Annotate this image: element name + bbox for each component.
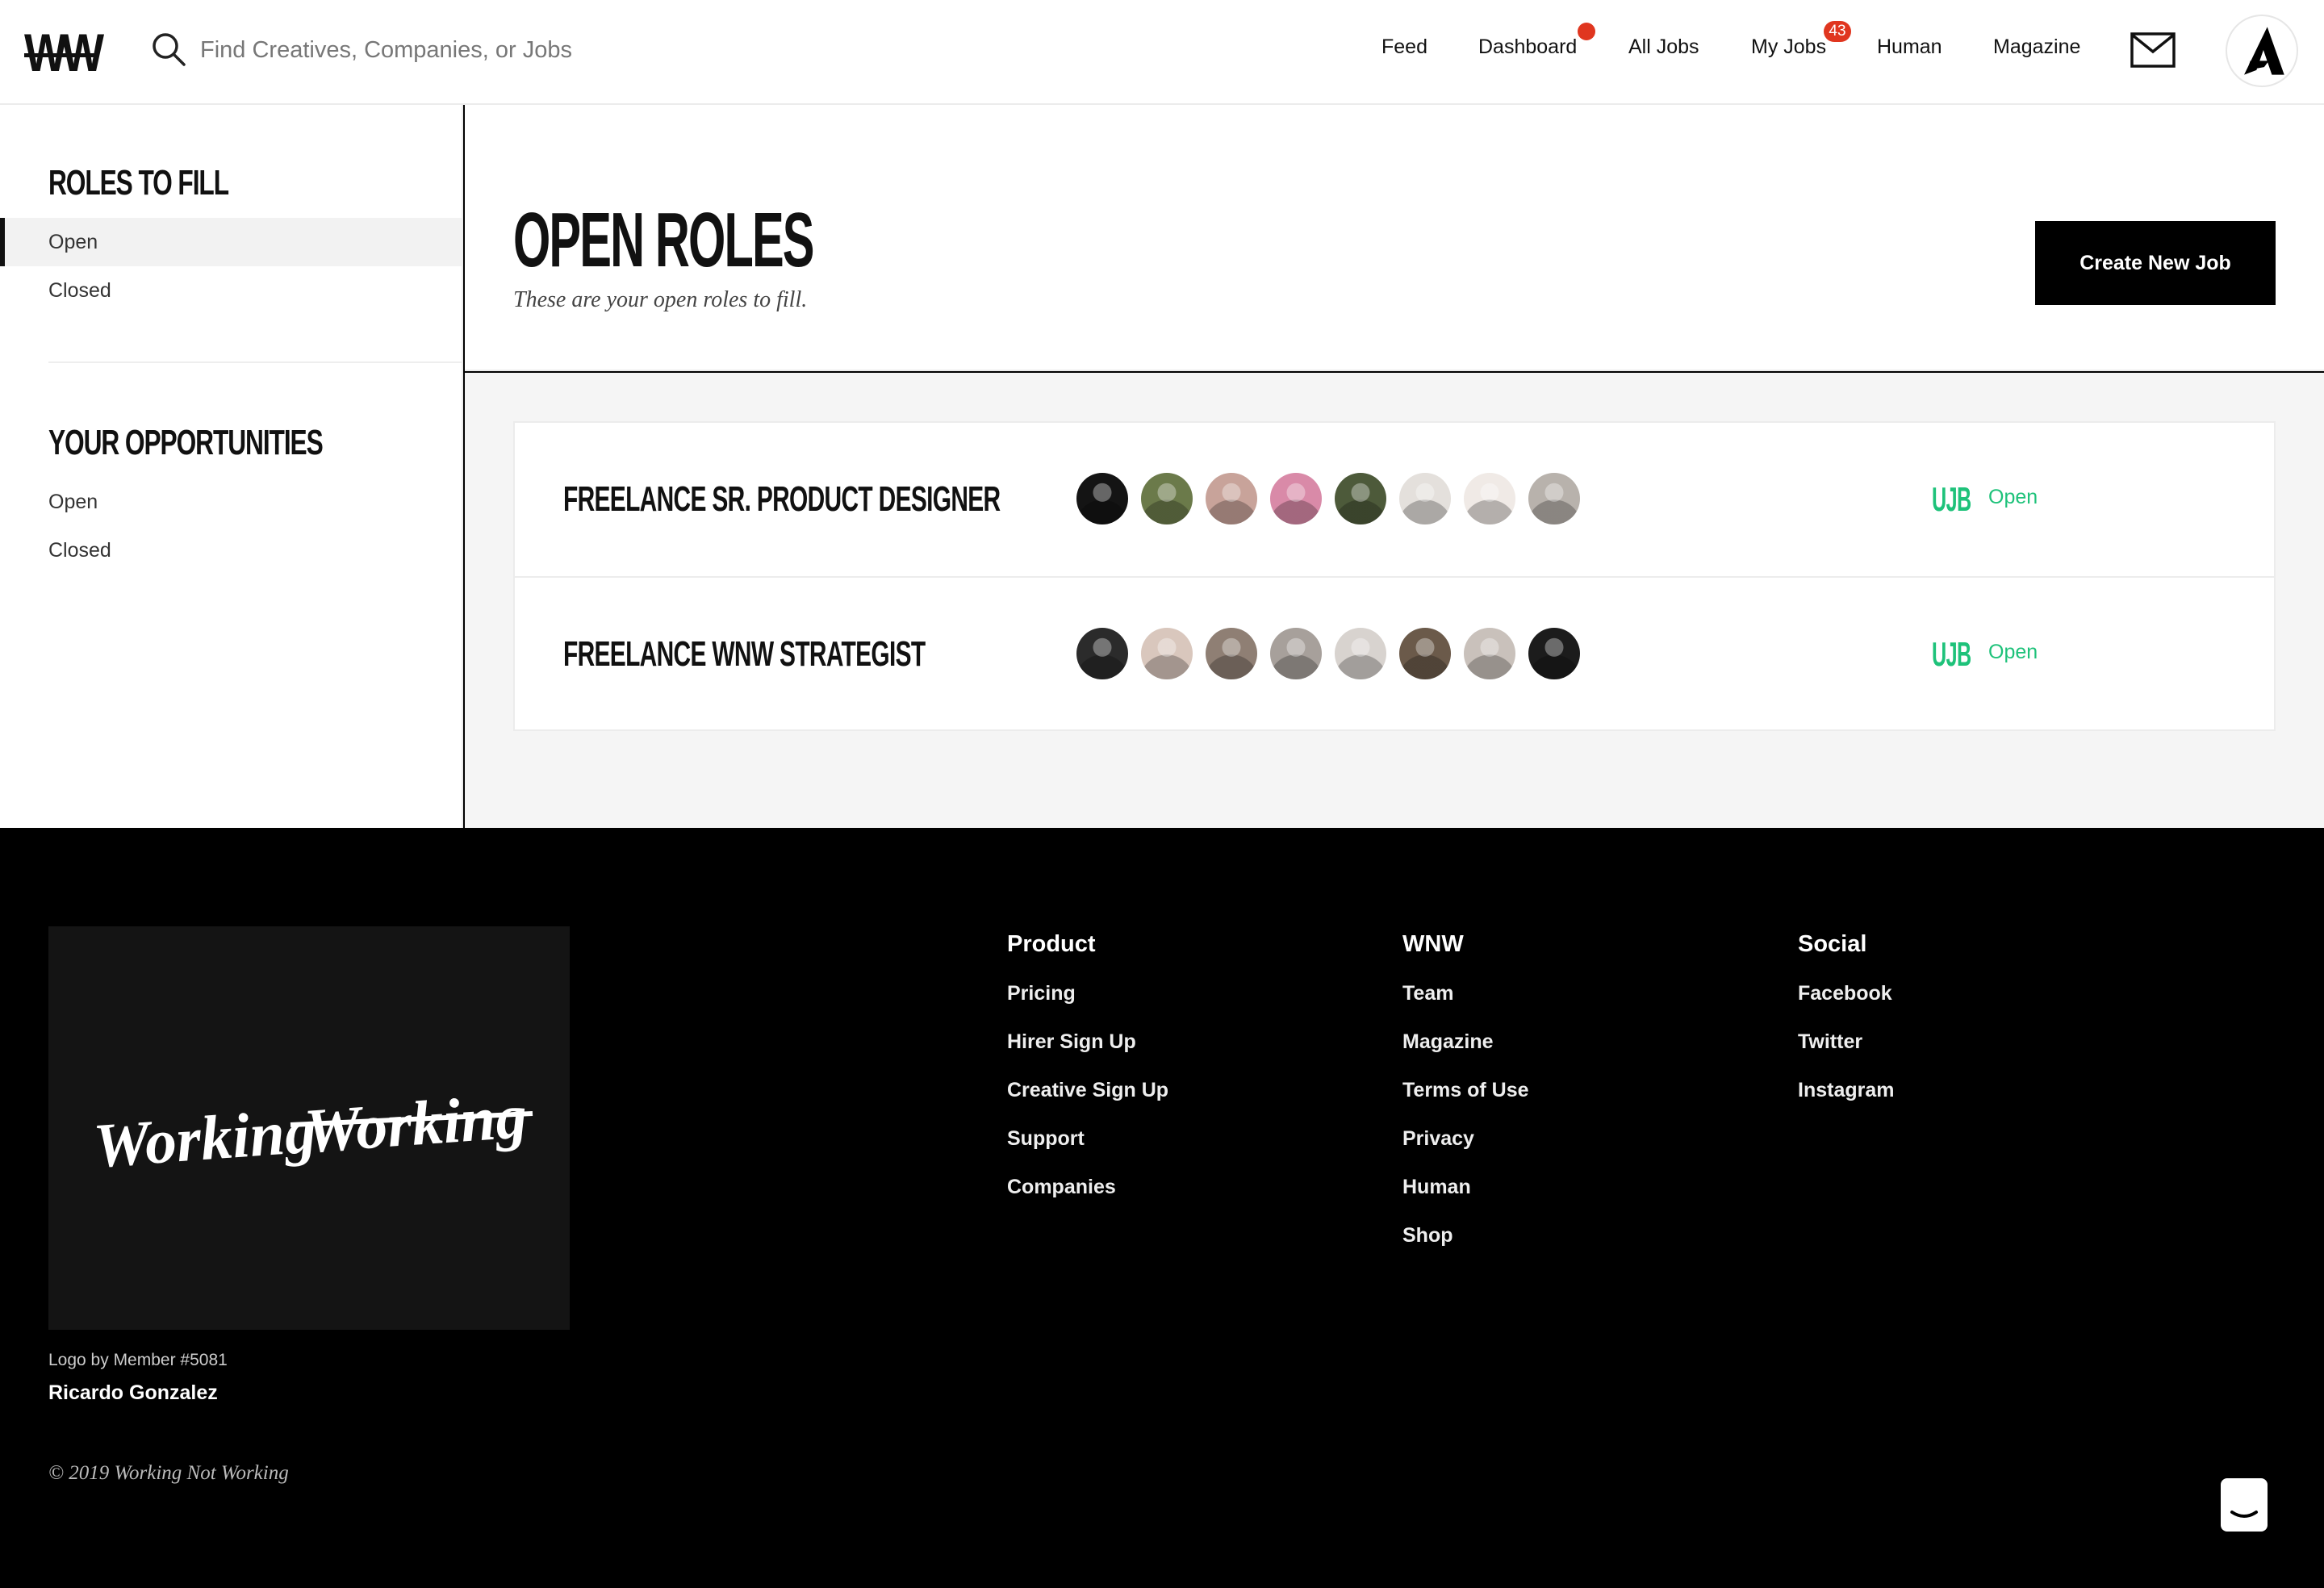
top-navigation-bar: WW Feed Dashboard All Jobs My Jobs 43 Hu… bbox=[0, 0, 2324, 105]
applicant-avatar[interactable] bbox=[1335, 628, 1386, 679]
footer-link-facebook[interactable]: Facebook bbox=[1798, 982, 1894, 1005]
chat-bubble-icon[interactable] bbox=[2221, 1478, 2268, 1532]
dashboard-notification-dot bbox=[1578, 23, 1595, 40]
applicant-avatar[interactable] bbox=[1335, 473, 1386, 524]
sidebar-item-opps-open[interactable]: Open bbox=[0, 478, 462, 526]
search-icon[interactable] bbox=[150, 31, 187, 68]
job-title[interactable]: FREELANCE WNW STRATEGIST bbox=[563, 634, 926, 675]
footer-link-twitter[interactable]: Twitter bbox=[1798, 1030, 1894, 1054]
applicant-avatar[interactable] bbox=[1464, 628, 1515, 679]
footer-link-terms[interactable]: Terms of Use bbox=[1402, 1079, 1529, 1102]
applicant-avatar[interactable] bbox=[1528, 628, 1580, 679]
copyright: © 2019 Working Not Working bbox=[48, 1462, 289, 1484]
envelope-icon[interactable] bbox=[2130, 32, 2176, 68]
sidebar-item-roles-open[interactable]: Open bbox=[0, 218, 462, 266]
brand-a-logo-icon bbox=[2244, 27, 2284, 75]
footer-link-team[interactable]: Team bbox=[1402, 982, 1529, 1005]
job-row[interactable]: FREELANCE SR. PRODUCT DESIGNER UJB Open bbox=[515, 423, 2274, 576]
applicant-avatar[interactable] bbox=[1399, 628, 1451, 679]
footer-logo-artwork: Working Working bbox=[48, 926, 570, 1330]
applicant-avatar[interactable] bbox=[1206, 628, 1257, 679]
footer-column-product: Product Pricing Hirer Sign Up Creative S… bbox=[1007, 931, 1168, 1224]
footer-link-creative-sign-up[interactable]: Creative Sign Up bbox=[1007, 1079, 1168, 1102]
footer-heading: Social bbox=[1798, 931, 1867, 957]
footer: Working Working Logo by Member #5081 Ric… bbox=[0, 828, 2324, 1588]
nav-feed[interactable]: Feed bbox=[1381, 36, 1427, 59]
sidebar-item-roles-closed[interactable]: Closed bbox=[0, 266, 462, 315]
job-status: Open bbox=[1988, 486, 2038, 508]
applicant-avatar[interactable] bbox=[1206, 473, 1257, 524]
applicant-avatar[interactable] bbox=[1464, 473, 1515, 524]
ujb-badge: UJB bbox=[1932, 480, 1971, 518]
applicant-avatar[interactable] bbox=[1141, 628, 1193, 679]
footer-link-support[interactable]: Support bbox=[1007, 1127, 1168, 1151]
job-row[interactable]: FREELANCE WNW STRATEGIST UJB Open bbox=[515, 576, 2274, 729]
main-content: FREELANCE SR. PRODUCT DESIGNER UJB Open … bbox=[465, 373, 2324, 828]
create-new-job-button[interactable]: Create New Job bbox=[2035, 221, 2276, 305]
sidebar: ROLES TO FILL Open Closed YOUR OPPORTUNI… bbox=[0, 105, 463, 828]
page-title: OPEN ROLES bbox=[513, 197, 815, 283]
nav-all-jobs[interactable]: All Jobs bbox=[1628, 36, 1699, 59]
jobs-list: FREELANCE SR. PRODUCT DESIGNER UJB Open … bbox=[513, 421, 2276, 731]
page-subtitle: These are your open roles to fill. bbox=[513, 287, 808, 312]
applicant-avatar[interactable] bbox=[1528, 473, 1580, 524]
roles-to-fill-heading: ROLES TO FILL bbox=[48, 163, 229, 203]
footer-link-magazine[interactable]: Magazine bbox=[1402, 1030, 1529, 1054]
site-logo[interactable]: WW bbox=[24, 26, 104, 79]
working-working-script-logo: Working Working bbox=[91, 1080, 533, 1181]
sidebar-divider bbox=[48, 361, 462, 363]
svg-text:Working: Working bbox=[91, 1095, 318, 1181]
footer-link-shop[interactable]: Shop bbox=[1402, 1224, 1529, 1247]
logo-strike-line bbox=[24, 53, 98, 57]
footer-link-hirer-sign-up[interactable]: Hirer Sign Up bbox=[1007, 1030, 1168, 1054]
applicant-avatars bbox=[1076, 628, 1580, 679]
job-title[interactable]: FREELANCE SR. PRODUCT DESIGNER bbox=[563, 479, 1001, 520]
footer-link-human[interactable]: Human bbox=[1402, 1176, 1529, 1199]
applicant-avatar[interactable] bbox=[1399, 473, 1451, 524]
nav-dashboard[interactable]: Dashboard bbox=[1478, 36, 1577, 59]
footer-column-wnw: WNW Team Magazine Terms of Use Privacy H… bbox=[1402, 931, 1529, 1272]
ujb-badge: UJB bbox=[1932, 635, 1971, 673]
applicant-avatar[interactable] bbox=[1270, 628, 1322, 679]
footer-link-instagram[interactable]: Instagram bbox=[1798, 1079, 1894, 1102]
footer-column-social: Social Facebook Twitter Instagram bbox=[1798, 931, 1894, 1127]
job-status: Open bbox=[1988, 641, 2038, 663]
footer-link-privacy[interactable]: Privacy bbox=[1402, 1127, 1529, 1151]
your-opportunities-heading: YOUR OPPORTUNITIES bbox=[48, 423, 324, 462]
applicant-avatar[interactable] bbox=[1076, 473, 1128, 524]
sidebar-item-opps-closed[interactable]: Closed bbox=[0, 526, 462, 575]
footer-heading: WNW bbox=[1402, 931, 1464, 957]
footer-heading: Product bbox=[1007, 931, 1096, 957]
nav-my-jobs[interactable]: My Jobs bbox=[1751, 36, 1826, 59]
nav-magazine[interactable]: Magazine bbox=[1993, 36, 2080, 59]
applicant-avatar[interactable] bbox=[1141, 473, 1193, 524]
logo-credit: Logo by Member #5081 bbox=[48, 1351, 228, 1369]
search-input[interactable] bbox=[200, 32, 846, 68]
logo-author[interactable]: Ricardo Gonzalez bbox=[48, 1381, 218, 1405]
applicant-avatar[interactable] bbox=[1270, 473, 1322, 524]
applicant-avatar[interactable] bbox=[1076, 628, 1128, 679]
user-avatar[interactable] bbox=[2226, 15, 2298, 87]
nav-human[interactable]: Human bbox=[1877, 36, 1942, 59]
my-jobs-count-badge: 43 bbox=[1824, 21, 1851, 42]
main-header: OPEN ROLES These are your open roles to … bbox=[465, 105, 2324, 371]
applicant-avatars bbox=[1076, 473, 1580, 524]
footer-link-pricing[interactable]: Pricing bbox=[1007, 982, 1168, 1005]
footer-link-companies[interactable]: Companies bbox=[1007, 1176, 1168, 1199]
